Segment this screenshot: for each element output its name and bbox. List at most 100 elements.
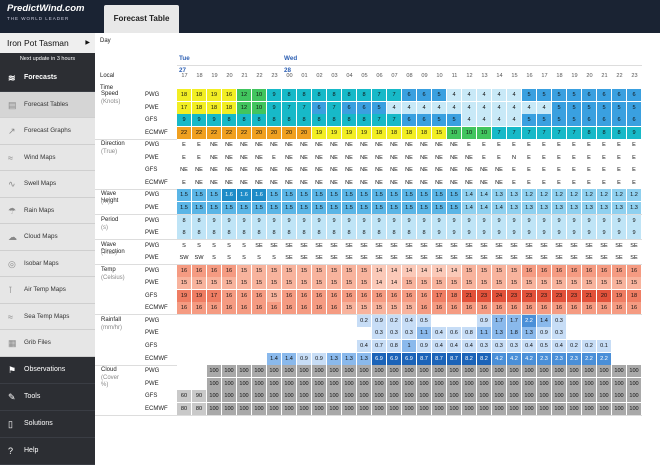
temp-cell: 16 [582, 302, 597, 315]
sidebar-item-grib-files[interactable]: ▦ Grib Files [0, 330, 95, 357]
sidebar-item-sea-temp-maps[interactable]: ≈ Sea Temp Maps [0, 303, 95, 330]
sidebar-item-cloud-maps[interactable]: ☁ Cloud Maps [0, 224, 95, 251]
period-cell: 9 [612, 214, 627, 227]
temp-cell: 16 [222, 289, 237, 302]
rainfall-cell: 6.9 [387, 352, 402, 365]
location-selector[interactable]: Iron Pot Tasman ▶ [0, 33, 95, 53]
cloud-cell: 100 [432, 402, 447, 415]
wave-direction-cell: SE [567, 239, 582, 252]
rainfall-cell [192, 327, 207, 340]
wave-direction-cell: SE [387, 252, 402, 265]
temp-cell: 16 [177, 264, 192, 277]
temp-unit: (Celsius) [101, 274, 125, 281]
speed-cell: 5 [372, 101, 387, 114]
predictwind-logo[interactable]: PredictWind.com THE WORLD LEADER [7, 3, 89, 29]
speed-cell: 18 [207, 101, 222, 114]
sidebar-item-isobar-maps[interactable]: ◎ Isobar Maps [0, 250, 95, 277]
direction-cell: NE [417, 164, 432, 177]
sidebar-item-solutions[interactable]: ▯ Solutions [0, 410, 95, 438]
sidebar-item-forecast-graphs[interactable]: ↗ Forecast Graphs [0, 118, 95, 145]
cloud-cell: 100 [387, 365, 402, 378]
period-cell: 8 [387, 227, 402, 240]
temp-cell: 16 [237, 289, 252, 302]
cloud-cell: 100 [282, 377, 297, 390]
direction-cell: E [507, 164, 522, 177]
expand-arrow-icon[interactable]: ▶ [85, 33, 90, 53]
cloud-cell: 100 [252, 377, 267, 390]
sidebar-item-swell-maps[interactable]: ∿ Swell Maps [0, 171, 95, 198]
sidebar-item-wind-maps[interactable]: ≈ Wind Maps [0, 144, 95, 171]
cloud-cell: 100 [297, 365, 312, 378]
cloud-cell: 100 [372, 390, 387, 403]
wave-direction-cell: S [237, 239, 252, 252]
wave-direction-cell: SE [612, 252, 627, 265]
cloud-cell: 100 [237, 402, 252, 415]
wave-direction-cell: SE [342, 252, 357, 265]
wave-direction-cell: S [222, 252, 237, 265]
sidebar-item-forecast-tables[interactable]: ▤ Forecast Tables [0, 91, 95, 118]
cloud-cell: 100 [357, 365, 372, 378]
sidebar-item-observations[interactable]: ⚑ Observations [0, 356, 95, 384]
cloud-cell: 100 [567, 365, 582, 378]
cloud-cell: 100 [597, 365, 612, 378]
direction-cell: E [477, 151, 492, 164]
cloud-cell: 100 [507, 390, 522, 403]
speed-cell: 10 [252, 89, 267, 101]
rainfall-cell: 0.5 [417, 314, 432, 327]
rainfall-cell: 1.1 [417, 327, 432, 340]
temp-cell: 15 [507, 277, 522, 290]
period-cell: 8 [207, 227, 222, 240]
wave-direction-cell: SE [492, 239, 507, 252]
speed-cell: 7 [552, 126, 567, 139]
isobar-icon: ◎ [8, 258, 16, 269]
wave-direction-cell: SE [597, 252, 612, 265]
sidebar-item-tools[interactable]: ✎ Tools [0, 383, 95, 411]
cloud-cell: 100 [417, 390, 432, 403]
temp-cell: 23 [567, 289, 582, 302]
rainfall-cell: 1.3 [342, 352, 357, 365]
wave-direction-cell: SE [357, 239, 372, 252]
cloud-cell: 100 [402, 365, 417, 378]
sidebar-item-rain-maps[interactable]: ☂ Rain Maps [0, 197, 95, 224]
wave-height-cell: 1.5 [237, 201, 252, 214]
speed-cell: 6 [597, 89, 612, 101]
wave-height-cell: 1.3 [537, 201, 552, 214]
speed-cell: 8 [297, 89, 312, 101]
rainfall-cell [252, 327, 267, 340]
cloud-cell: 100 [237, 377, 252, 390]
direction-cell: NE [402, 176, 417, 189]
tab-forecast-table[interactable]: Forecast Table [104, 5, 179, 33]
direction-cell: NE [327, 139, 342, 152]
direction-cell: NE [387, 151, 402, 164]
wave-direction-cell: SE [552, 252, 567, 265]
wave-direction-cell: SE [282, 252, 297, 265]
direction-cell: NE [462, 176, 477, 189]
direction-cell: E [627, 139, 642, 152]
rainfall-cell [222, 352, 237, 365]
wind-map-icon: ≈ [8, 152, 13, 163]
direction-cell: NE [327, 176, 342, 189]
temp-cell: 23 [522, 289, 537, 302]
model-label-pwg: PWG [145, 142, 160, 149]
rainfall-cell [312, 314, 327, 327]
direction-cell: NE [342, 151, 357, 164]
model-label-gfs: GFS [145, 393, 158, 400]
period-cell: 9 [567, 214, 582, 227]
sidebar-item-help[interactable]: ? Help [0, 437, 95, 465]
speed-cell: 12 [237, 101, 252, 114]
rainfall-cell [567, 327, 582, 340]
sidebar-item-forecasts[interactable]: ≋ Forecasts [0, 65, 95, 92]
direction-cell: NE [447, 151, 462, 164]
temp-cell: 16 [267, 302, 282, 315]
speed-cell: 5 [582, 101, 597, 114]
flag-icon: ⚑ [8, 364, 17, 375]
rainfall-cell: 1.8 [507, 327, 522, 340]
sidebar-item-air-temp-maps[interactable]: ⊺ Air Temp Maps [0, 277, 95, 304]
direction-cell: E [192, 139, 207, 152]
cloud-cell: 100 [552, 402, 567, 415]
direction-cell: NE [252, 151, 267, 164]
speed-cell: 4 [477, 89, 492, 101]
rainfall-cell: 8.7 [432, 352, 447, 365]
hour-header: 23 [631, 73, 638, 79]
cloud-cell: 100 [462, 377, 477, 390]
